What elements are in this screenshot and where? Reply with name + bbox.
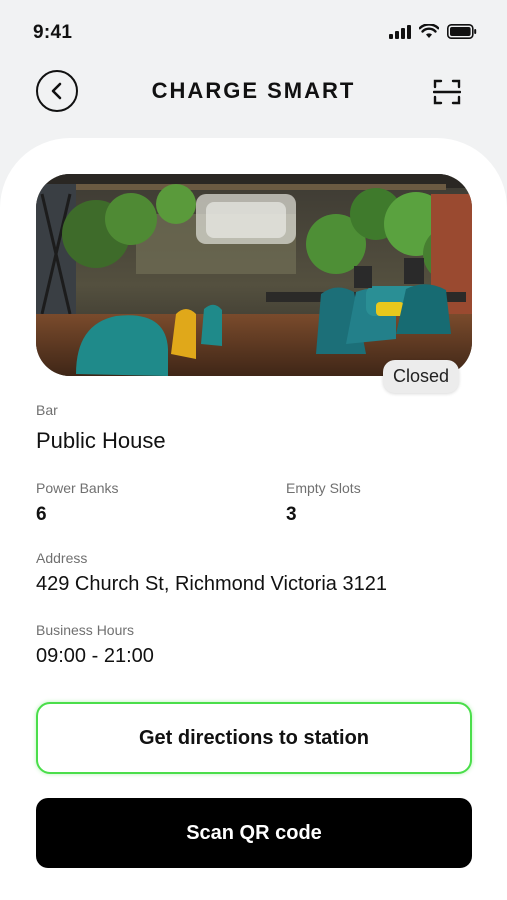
station-detail-sheet: Closed Bar Public House Power Banks 6 Em… xyxy=(0,138,507,900)
business-hours-label: Business Hours xyxy=(36,622,135,638)
category-label: Bar xyxy=(36,402,58,418)
wifi-icon xyxy=(419,24,439,38)
get-directions-button[interactable]: Get directions to station xyxy=(36,702,472,774)
station-name: Public House xyxy=(36,428,166,453)
venue-image xyxy=(36,174,472,376)
status-time: 9:41 xyxy=(33,22,73,43)
scan-button[interactable] xyxy=(432,78,462,106)
battery-icon xyxy=(447,24,477,39)
app-header: CHARGE SMART xyxy=(0,68,507,128)
business-hours-value: 09:00 - 21:00 xyxy=(36,645,154,667)
app-title: CHARGE SMART xyxy=(151,78,356,103)
power-banks-label: Power Banks xyxy=(36,480,119,496)
address-label: Address xyxy=(36,550,88,566)
empty-slots-label: Empty Slots xyxy=(286,480,361,496)
status-badge: Closed xyxy=(382,360,459,393)
power-banks-value: 6 xyxy=(36,504,47,525)
address-value: 429 Church St, Richmond Victoria 3121 xyxy=(36,573,387,595)
scan-qr-button[interactable]: Scan QR code xyxy=(36,798,472,868)
scan-frame-icon xyxy=(432,79,462,105)
station-photo xyxy=(36,174,472,376)
empty-slots-value: 3 xyxy=(286,504,297,525)
signal-icon xyxy=(389,24,411,39)
status-bar: 9:41 xyxy=(0,0,507,68)
status-icons xyxy=(389,24,477,39)
